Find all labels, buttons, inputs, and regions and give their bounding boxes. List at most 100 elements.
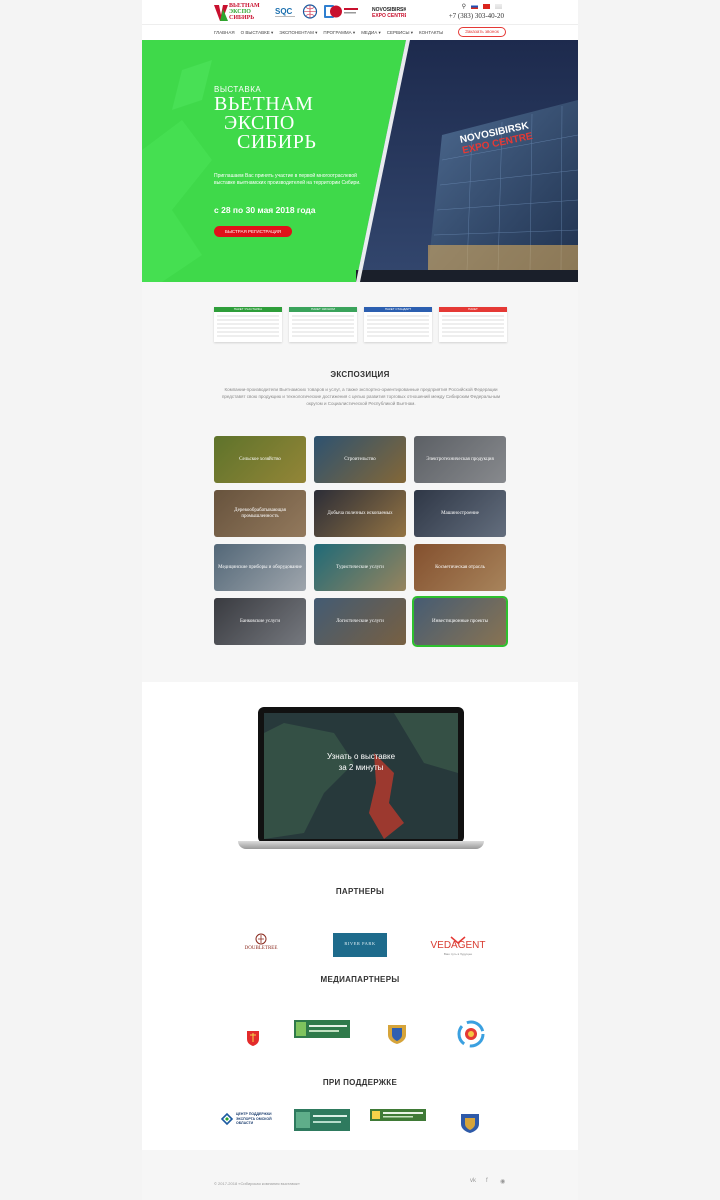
video-caption: Узнать о выставке за 2 минуты bbox=[264, 751, 458, 773]
partner-tagline: Ваш путь в будущее bbox=[443, 952, 473, 956]
tile-label: Туристические услуги bbox=[336, 564, 384, 570]
media-partner-shield-icon[interactable] bbox=[246, 1030, 260, 1046]
ticket-card-body bbox=[217, 315, 279, 337]
hero-date: с 28 по 30 мая 2018 года bbox=[214, 205, 316, 215]
hero-banner: NOVOSIBIRSK EXPO CENTRE ВЫСТАВКА ВЬЕТНАМ… bbox=[142, 40, 578, 282]
tile-machinery[interactable]: Машиностроение bbox=[414, 490, 506, 537]
flag-vn-icon[interactable] bbox=[483, 4, 490, 9]
tile-investment[interactable]: Инвестиционные проекты bbox=[412, 596, 508, 647]
vk-icon[interactable]: vk bbox=[470, 1178, 476, 1184]
export-center-logo-icon bbox=[220, 1112, 234, 1126]
partner-name: VEDAGENT bbox=[430, 940, 486, 951]
svg-text:SQC: SQC bbox=[275, 7, 293, 16]
callback-button[interactable]: Заказать звонок bbox=[458, 27, 506, 37]
header: ВЬЕТНАМ ЭКСПО СИБИРЬ SQC NOVOSIBIRSK EXP… bbox=[142, 0, 578, 24]
partner-name: RIVER PARK bbox=[344, 941, 376, 946]
media-partner-regional-icon[interactable] bbox=[294, 1020, 350, 1038]
nav-item-home[interactable]: Главная bbox=[214, 30, 235, 36]
support-logo-ministry-icon[interactable] bbox=[370, 1109, 426, 1121]
tile-label: Банковские услуги bbox=[239, 618, 280, 624]
partner-logo-novosibirsk-expo[interactable]: NOVOSIBIRSK EXPO CENTRE bbox=[372, 4, 406, 19]
tile-woodworking[interactable]: Деревообрабатывающая промышленность bbox=[214, 490, 306, 537]
ticket-card-header: ПАКЕТ УЧАСТНИКА bbox=[214, 307, 282, 312]
video-laptop: Узнать о выставке за 2 минуты bbox=[238, 705, 484, 851]
tile-agriculture[interactable]: Сельское хозяйство bbox=[214, 436, 306, 483]
flag-ru-icon[interactable] bbox=[471, 4, 478, 9]
tile-label: Электротехническая продукция bbox=[426, 456, 494, 462]
ticket-card-header: ПАКЕТ bbox=[439, 307, 507, 312]
partner-vedagent[interactable]: VEDAGENT Ваш путь в будущее bbox=[429, 932, 487, 958]
partner-doubletree[interactable]: DOUBLETREE bbox=[240, 931, 282, 959]
tile-label: Медицинские приборы и оборудование bbox=[218, 564, 302, 570]
logo-mark-icon bbox=[214, 5, 228, 21]
flag-en-icon[interactable] bbox=[495, 4, 502, 9]
nav-item-about[interactable]: О выставке ▾ bbox=[241, 30, 274, 36]
svg-text:EXPO CENTRE: EXPO CENTRE bbox=[372, 13, 406, 19]
facebook-icon[interactable]: f bbox=[486, 1178, 488, 1184]
tile-tourism[interactable]: Туристические услуги bbox=[314, 544, 406, 591]
ticket-card-1[interactable]: ПАКЕТ УЧАСТНИКА bbox=[214, 307, 282, 342]
footer: © 2017-2018 «Сибирская компания выставок… bbox=[142, 1150, 578, 1200]
exposition-title: ЭКСПОЗИЦИЯ bbox=[330, 370, 390, 379]
nav-item-media[interactable]: Медиа ▾ bbox=[361, 30, 381, 36]
ticket-card-4[interactable]: ПАКЕТ bbox=[439, 307, 507, 342]
tile-label: Строительство bbox=[344, 456, 376, 462]
nav-item-contacts[interactable]: Контакты bbox=[419, 30, 443, 36]
header-phone[interactable]: +7 (383) 303-40-20 bbox=[449, 12, 504, 20]
tile-label: Косметическая отрасль bbox=[435, 564, 485, 570]
hero-title-line-3: СИБИРЬ bbox=[237, 131, 317, 153]
support-title: ПРИ ПОДДЕРЖКЕ bbox=[322, 1078, 398, 1087]
support-name: ЦЕНТР ПОДДЕРЖКИ ЭКСПОРТА ОМСКОЙ ОБЛАСТИ bbox=[236, 1112, 272, 1125]
media-partner-coat-of-arms-icon[interactable] bbox=[385, 1022, 409, 1046]
nav-item-program[interactable]: Программа ▾ bbox=[323, 30, 355, 36]
support-logo-regional-icon[interactable] bbox=[294, 1109, 350, 1131]
tile-label: Деревообрабатывающая промышленность bbox=[234, 507, 286, 519]
hero-description: Приглашаем Вас принять участие в первой … bbox=[214, 173, 361, 186]
ticket-card-3[interactable]: ПАКЕТ СТАНДАРТ bbox=[364, 307, 432, 342]
ticket-card-body bbox=[367, 315, 429, 337]
tile-label: Логистические услуги bbox=[336, 618, 384, 624]
logo-line-3: СИБИРЬ bbox=[229, 15, 255, 21]
ticket-card-2[interactable]: ПАКЕТ ЭКОНОМ bbox=[289, 307, 357, 342]
tile-mining[interactable]: Добыча полезных ископаемых bbox=[314, 490, 406, 537]
page: ВЬЕТНАМ ЭКСПО СИБИРЬ SQC NOVOSIBIRSK EXP… bbox=[142, 0, 578, 1200]
hero-title: ВЬЕТНАМ ЭКСПО СИБИРЬ bbox=[214, 94, 317, 153]
ticket-card-body bbox=[292, 315, 354, 337]
search-icon[interactable]: ⚲ bbox=[462, 3, 466, 10]
support-coat-of-arms-icon[interactable] bbox=[458, 1111, 482, 1135]
video-caption-line-1: Узнать о выставке bbox=[326, 752, 396, 761]
exposition-grid: Сельское хозяйство Строительство Электро… bbox=[214, 436, 508, 647]
instagram-icon[interactable]: ◉ bbox=[500, 1178, 505, 1185]
partner-logo-chamber[interactable] bbox=[329, 4, 359, 19]
tile-logistics[interactable]: Логистические услуги bbox=[314, 598, 406, 645]
tile-banking[interactable]: Банковские услуги bbox=[214, 598, 306, 645]
laptop-frame: Узнать о выставке за 2 минуты bbox=[258, 707, 464, 843]
header-tools: ⚲ bbox=[462, 3, 502, 10]
partner-logo-globe[interactable] bbox=[302, 4, 318, 19]
ticket-card-header: ПАКЕТ ЭКОНОМ bbox=[289, 307, 357, 312]
partner-logo-sqc[interactable]: SQC bbox=[275, 4, 295, 19]
tile-electrical[interactable]: Электротехническая продукция bbox=[414, 436, 506, 483]
video-caption-line-2: за 2 минуты bbox=[338, 763, 384, 772]
site-logo[interactable]: ВЬЕТНАМ ЭКСПО СИБИРЬ bbox=[214, 3, 268, 21]
laptop-base bbox=[238, 841, 484, 849]
tile-medical[interactable]: Медицинские приборы и оборудование bbox=[214, 544, 306, 591]
partners-title: ПАРТНЕРЫ bbox=[335, 887, 385, 896]
quick-registration-button[interactable]: Быстрая регистрация bbox=[214, 226, 292, 237]
video-player[interactable]: Узнать о выставке за 2 минуты bbox=[264, 713, 458, 839]
nav-item-exhibitors[interactable]: Экспонентам ▾ bbox=[279, 30, 317, 36]
support-export-center[interactable]: ЦЕНТР ПОДДЕРЖКИ ЭКСПОРТА ОМСКОЙ ОБЛАСТИ bbox=[220, 1108, 276, 1130]
partner-river-park[interactable]: RIVER PARK bbox=[333, 933, 387, 957]
main-nav: Главная О выставке ▾ Экспонентам ▾ Прогр… bbox=[142, 24, 578, 40]
media-partner-circle-icon[interactable] bbox=[456, 1019, 486, 1049]
footer-copyright: © 2017-2018 «Сибирская компания выставок… bbox=[214, 1181, 300, 1186]
nav-item-services[interactable]: Сервисы ▾ bbox=[387, 30, 413, 36]
ticket-card-body bbox=[442, 315, 504, 337]
tile-label: Машиностроение bbox=[441, 510, 479, 516]
partner-name: DOUBLETREE bbox=[244, 946, 278, 951]
video-map-background bbox=[264, 713, 458, 839]
tile-construction[interactable]: Строительство bbox=[314, 436, 406, 483]
exposition-text: Компании-производители Вьетнамских товар… bbox=[221, 387, 501, 406]
doubletree-logo-icon bbox=[255, 933, 267, 945]
tile-cosmetics[interactable]: Косметическая отрасль bbox=[414, 544, 506, 591]
